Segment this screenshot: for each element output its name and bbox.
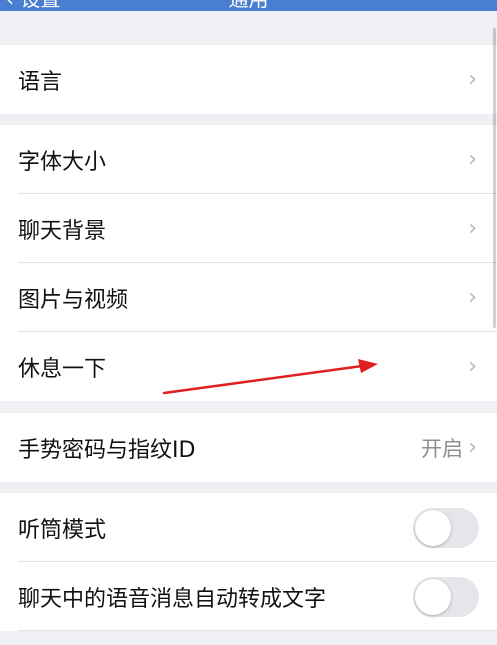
settings-row-voice-to-text: 聊天中的语音消息自动转成文字 <box>0 562 497 631</box>
row-divider <box>18 630 497 631</box>
earpiece-mode-toggle[interactable] <box>413 507 479 548</box>
row-label: 语言 <box>18 69 63 95</box>
settings-group-voice: 听筒模式 聊天中的语音消息自动转成文字 <box>0 493 497 631</box>
scrollbar[interactable] <box>493 28 496 328</box>
row-label: 聊天背景 <box>18 218 107 244</box>
chevron-right-icon: › <box>468 66 477 92</box>
settings-group-language: 语言 › <box>0 45 497 114</box>
settings-row-take-a-break[interactable]: 休息一下 › <box>0 332 497 401</box>
chevron-right-icon: › <box>468 215 477 241</box>
row-label: 手势密码与指纹ID <box>18 437 196 463</box>
row-label: 休息一下 <box>18 356 107 382</box>
settings-group-security: 手势密码与指纹ID 开启 › <box>0 413 497 482</box>
row-label: 字体大小 <box>18 149 107 175</box>
settings-row-photos-videos[interactable]: 图片与视频 › <box>0 263 497 332</box>
settings-row-font-size[interactable]: 字体大小 › <box>0 125 497 194</box>
row-label: 听筒模式 <box>18 517 107 543</box>
chevron-right-icon: › <box>468 353 477 379</box>
settings-row-chat-background[interactable]: 聊天背景 › <box>0 194 497 263</box>
navigation-bar: ‹ 设置 通用 <box>0 0 497 11</box>
settings-row-gesture-fingerprint[interactable]: 手势密码与指纹ID 开启 › <box>0 413 497 482</box>
chevron-right-icon: › <box>468 434 477 460</box>
voice-to-text-toggle[interactable] <box>413 576 479 617</box>
chevron-right-icon: › <box>468 284 477 310</box>
page-title: 通用 <box>0 0 497 11</box>
settings-row-earpiece-mode: 听筒模式 <box>0 493 497 562</box>
toggle-knob <box>415 509 451 546</box>
settings-group-display: 字体大小 › 聊天背景 › 图片与视频 › 休息一下 › <box>0 125 497 401</box>
row-label: 聊天中的语音消息自动转成文字 <box>18 586 327 612</box>
row-value: 开启 <box>421 436 463 461</box>
toggle-knob <box>415 578 451 615</box>
chevron-right-icon: › <box>468 146 477 172</box>
settings-row-language[interactable]: 语言 › <box>0 45 497 114</box>
row-label: 图片与视频 <box>18 287 129 313</box>
